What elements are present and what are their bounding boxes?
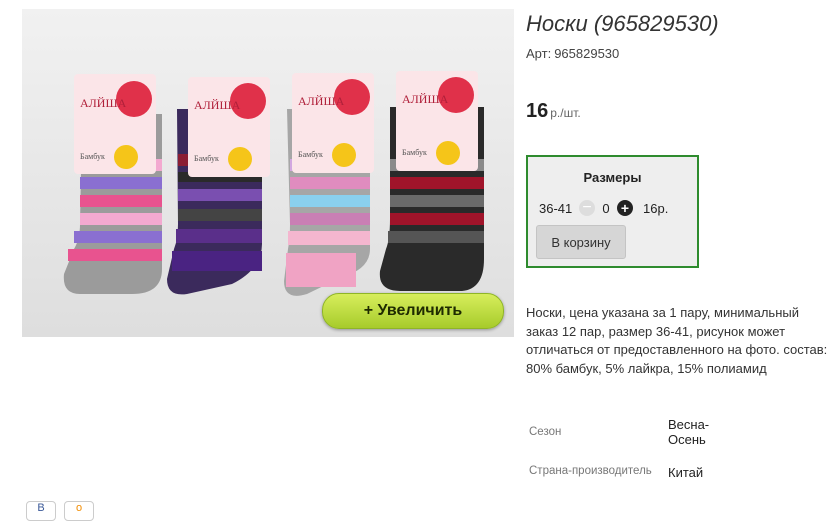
vk-share-icon[interactable]: В <box>26 501 56 521</box>
product-image[interactable]: АЛЙША АЛЙША АЛЙША АЛЙША Бамбук Бамбук Ба… <box>22 9 514 337</box>
price-value: 16 <box>526 100 549 122</box>
size-row: 36-41 − 0 + 16р. <box>539 200 668 216</box>
product-sku: Арт: 965829530 <box>526 46 619 61</box>
plus-icon[interactable]: + <box>617 200 633 216</box>
product-price: 16 р./шт. <box>526 100 581 123</box>
product-description: Носки, цена указана за 1 пару, минимальн… <box>526 305 828 376</box>
zoom-button[interactable]: + Увеличить <box>322 293 504 329</box>
label-material: Бамбук <box>194 154 219 163</box>
share-buttons: В о <box>26 501 94 521</box>
sku-label: Арт: <box>526 46 552 61</box>
size-price: 16р. <box>643 200 669 216</box>
property-value: Китай <box>668 465 704 480</box>
ok-share-icon[interactable]: о <box>64 501 94 521</box>
label-material: Бамбук <box>298 150 323 159</box>
label-material: Бамбук <box>402 148 427 157</box>
add-to-cart-button[interactable]: В корзину <box>536 225 626 259</box>
product-title: Носки (965829530) <box>526 11 719 36</box>
label-material: Бамбук <box>80 152 105 161</box>
property-value: Весна-Осень <box>668 417 710 447</box>
sizes-title: Размеры <box>583 170 642 185</box>
minus-icon[interactable]: − <box>579 200 595 216</box>
label-brand: АЛЙША <box>298 94 345 108</box>
property-name: Сезон <box>529 426 562 438</box>
label-brand: АЛЙША <box>194 98 241 112</box>
price-unit: р./шт. <box>550 106 581 120</box>
size-label: 36-41 <box>539 200 573 216</box>
sku-value: 965829530 <box>554 46 620 61</box>
sizes-panel: Размеры 36-41 − 0 + 16р. В корзину <box>526 155 699 268</box>
property-name: Страна-производитель <box>529 465 652 477</box>
label-brand: АЛЙША <box>402 92 449 106</box>
socks-photo: АЛЙША АЛЙША АЛЙША АЛЙША Бамбук Бамбук Ба… <box>22 9 514 337</box>
quantity-value: 0 <box>602 200 610 216</box>
label-brand: АЛЙША <box>80 96 127 110</box>
